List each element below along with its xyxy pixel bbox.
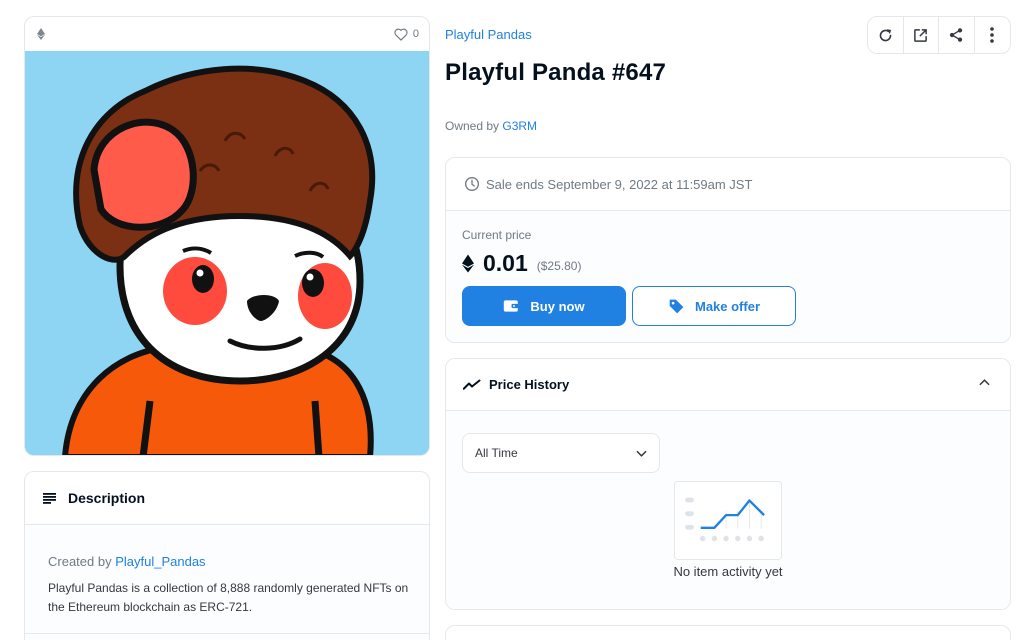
heart-icon (394, 28, 408, 41)
owned-by: Owned by G3RM (445, 119, 537, 133)
share-icon (950, 28, 963, 42)
trending-icon (463, 379, 481, 390)
price-usd: ($25.80) (536, 259, 582, 273)
price-history-header[interactable]: Price History (446, 359, 1010, 411)
current-price-label: Current price (462, 228, 532, 242)
price-row: 0.01 ($25.80) (462, 250, 1010, 277)
ethereum-icon (462, 254, 474, 273)
more-options-button[interactable] (975, 17, 1010, 53)
time-range-select[interactable]: All Time (462, 433, 660, 473)
empty-chart-illustration-icon (674, 481, 782, 560)
asset-media-card: 0 (24, 16, 430, 456)
price-history-body: All Time No item activity yet (446, 411, 1010, 609)
sale-panel: Sale ends September 9, 2022 at 11:59am J… (445, 157, 1011, 343)
created-by: Created by Playful_Pandas (48, 554, 406, 569)
owner-link[interactable]: G3RM (502, 119, 537, 133)
sale-ends-row: Sale ends September 9, 2022 at 11:59am J… (446, 158, 1010, 211)
open-external-button[interactable] (904, 17, 939, 53)
make-offer-label: Make offer (694, 298, 761, 314)
buy-now-button[interactable]: Buy now (462, 286, 626, 326)
creator-link[interactable]: Playful_Pandas (115, 554, 205, 569)
favorite-button[interactable]: 0 (394, 28, 419, 41)
asset-toolbar (867, 16, 1011, 54)
collection-link[interactable]: Playful Pandas (445, 27, 532, 42)
nft-image[interactable] (25, 51, 430, 456)
buy-now-label: Buy now (530, 298, 585, 314)
sale-ends-text: Sale ends September 9, 2022 at 11:59am J… (486, 176, 753, 192)
tag-icon (669, 299, 684, 313)
external-link-icon (914, 28, 928, 42)
empty-activity-text: No item activity yet (673, 564, 783, 579)
description-panel: Description Created by Playful_Pandas Pl… (24, 471, 430, 640)
created-by-prefix: Created by (48, 554, 112, 569)
description-header[interactable]: Description (25, 472, 429, 525)
owned-by-prefix: Owned by (445, 119, 500, 133)
purchase-actions: Buy now Make offer (462, 286, 1010, 326)
description-heading: Description (68, 490, 146, 506)
more-icon (990, 27, 995, 43)
sale-body: Current price 0.01 ($25.80) Buy now Make… (446, 211, 1010, 342)
wallet-icon (504, 300, 520, 312)
description-lines-icon (43, 492, 56, 504)
clock-icon (465, 177, 479, 191)
divider (25, 633, 429, 634)
chevron-down-icon (636, 450, 647, 457)
price-value: 0.01 (483, 250, 528, 276)
refresh-icon (879, 28, 892, 41)
time-range-value: All Time (475, 446, 518, 460)
chevron-up-icon (979, 379, 990, 386)
description-text: Playful Pandas is a collection of 8,888 … (48, 581, 409, 614)
favorite-count: 0 (412, 28, 419, 40)
asset-title: Playful Panda #647 (445, 59, 667, 86)
asset-media-header: 0 (25, 17, 429, 51)
price-history-panel: Price History All Time No item activity … (445, 358, 1011, 610)
refresh-button[interactable] (868, 17, 904, 53)
share-button[interactable] (939, 17, 975, 53)
make-offer-button[interactable]: Make offer (632, 286, 796, 326)
price-history-heading: Price History (489, 377, 570, 392)
ethereum-icon (37, 28, 45, 40)
next-panel (445, 625, 1011, 640)
description-body: Created by Playful_Pandas Playful Pandas… (25, 525, 429, 640)
